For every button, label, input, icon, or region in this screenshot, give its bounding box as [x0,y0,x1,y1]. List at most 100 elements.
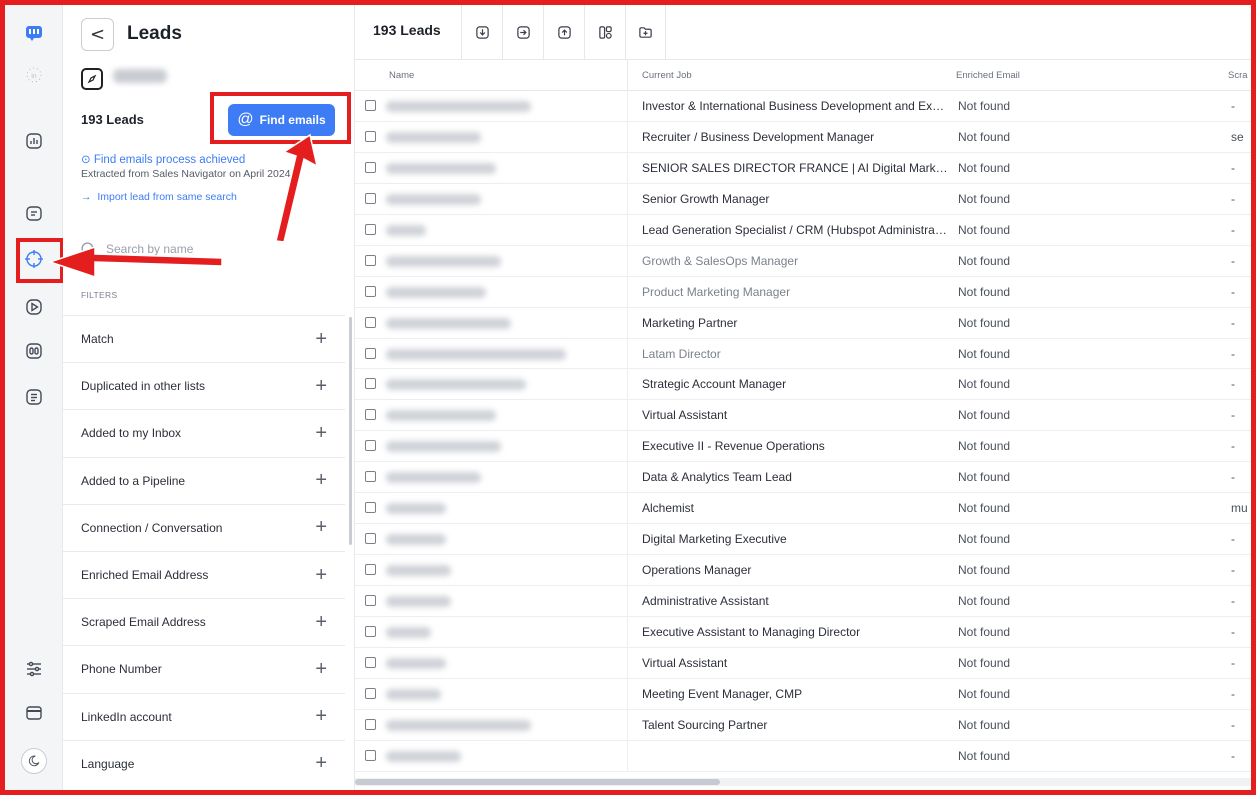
filter-row[interactable]: Match + [63,315,345,362]
lead-name[interactable] [386,657,446,669]
horizontal-scrollbar[interactable] [355,778,1251,786]
row-checkbox[interactable] [365,161,376,173]
filter-row[interactable]: Added to my Inbox + [63,409,345,456]
row-checkbox[interactable] [365,749,376,761]
plus-icon[interactable]: + [315,705,327,728]
table-row[interactable]: Latam Director Not found - [355,338,1251,370]
lead-name[interactable] [386,286,486,298]
copy-leads-icon[interactable] [584,5,625,60]
filter-row[interactable]: Language + [63,739,345,787]
linkedin-sync-icon[interactable]: in [24,65,44,85]
billing-card-icon[interactable] [24,703,44,723]
settings-sliders-icon[interactable] [24,659,44,679]
row-checkbox[interactable] [365,285,376,297]
table-row[interactable]: Marketing Partner Not found - [355,307,1251,339]
table-row[interactable]: Virtual Assistant Not found - [355,647,1251,679]
table-row[interactable]: Lead Generation Specialist / CRM (Hubspo… [355,214,1251,246]
horizontal-scroll-thumb[interactable] [355,779,720,785]
row-checkbox[interactable] [365,533,376,545]
table-row[interactable]: Growth & SalesOps Manager Not found - [355,245,1251,277]
row-checkbox[interactable] [365,378,376,390]
table-row[interactable]: Product Marketing Manager Not found - [355,276,1251,308]
row-checkbox[interactable] [365,409,376,421]
row-checkbox[interactable] [365,100,376,111]
find-emails-button[interactable]: @ Find emails [228,104,335,136]
column-header-scraped-email[interactable]: Scra [1228,70,1248,81]
table-row[interactable]: Virtual Assistant Not found - [355,400,1251,432]
back-button[interactable]: < [81,18,114,51]
panel-scrollbar[interactable] [349,317,352,545]
plus-icon[interactable]: + [315,564,327,587]
import-icon[interactable] [543,5,584,60]
row-checkbox[interactable] [365,192,376,204]
new-folder-icon[interactable] [625,5,666,60]
plus-icon[interactable]: + [315,469,327,492]
table-row[interactable]: Administrative Assistant Not found - [355,586,1251,617]
lead-name[interactable] [386,565,451,577]
row-checkbox[interactable] [365,347,376,359]
filter-row[interactable]: Connection / Conversation + [63,503,345,551]
table-row[interactable]: Talent Sourcing Partner Not found - [355,709,1251,741]
table-row[interactable]: Recruiter / Business Development Manager… [355,121,1251,153]
lead-name[interactable] [386,688,441,700]
notes-icon[interactable] [24,387,44,407]
row-checkbox[interactable] [365,656,376,668]
analytics-icon[interactable] [24,131,44,151]
table-row[interactable]: Alchemist Not found mu [355,493,1251,525]
column-header-name[interactable]: Name [389,70,414,81]
plus-icon[interactable]: + [315,752,327,775]
table-row[interactable]: Operations Manager Not found - [355,555,1251,587]
lead-name[interactable] [386,255,501,267]
move-to-list-icon[interactable] [502,5,543,60]
filter-row[interactable]: Phone Number + [63,645,345,692]
lead-name[interactable] [386,503,446,515]
lead-name[interactable] [386,162,496,174]
row-checkbox[interactable] [365,564,376,576]
table-row[interactable]: Meeting Event Manager, CMP Not found - [355,678,1251,710]
row-checkbox[interactable] [365,130,376,142]
lead-name[interactable] [386,596,451,607]
lead-name[interactable] [386,193,481,205]
lead-name[interactable] [386,441,501,453]
table-row[interactable]: Digital Marketing Executive Not found - [355,524,1251,556]
table-row[interactable]: Strategic Account Manager Not found - [355,369,1251,401]
plus-icon[interactable]: + [315,658,327,681]
lead-name[interactable] [386,348,566,360]
lead-name[interactable] [386,317,511,329]
filter-row[interactable]: Enriched Email Address + [63,550,345,598]
export-icon[interactable] [461,5,502,60]
column-header-current-job[interactable]: Current Job [642,70,692,81]
plus-icon[interactable]: + [315,516,327,539]
table-row[interactable]: Senior Growth Manager Not found - [355,183,1251,215]
filter-row[interactable]: Duplicated in other lists + [63,362,345,409]
row-checkbox[interactable] [365,471,376,483]
plus-icon[interactable]: + [315,328,327,351]
lead-name[interactable] [386,626,431,638]
filter-row[interactable]: LinkedIn account + [63,692,345,740]
row-checkbox[interactable] [365,440,376,452]
row-checkbox[interactable] [365,223,376,235]
row-checkbox[interactable] [365,502,376,514]
filter-row[interactable]: Scraped Email Address + [63,598,345,645]
table-row[interactable]: Not found - [355,740,1251,772]
dark-mode-icon[interactable] [21,748,47,774]
lead-name[interactable] [386,472,481,484]
column-header-enriched-email[interactable]: Enriched Email [956,70,1020,81]
lead-name[interactable] [386,379,526,391]
templates-icon[interactable] [24,341,44,361]
lead-name[interactable] [386,224,426,236]
lead-name[interactable] [386,719,531,731]
row-checkbox[interactable] [365,687,376,699]
lead-name[interactable] [386,410,496,422]
plus-icon[interactable]: + [315,422,327,445]
lead-name[interactable] [386,101,531,112]
filter-row[interactable]: Added to a Pipeline + [63,456,345,504]
row-checkbox[interactable] [365,595,376,606]
table-row[interactable]: Data & Analytics Team Lead Not found - [355,462,1251,494]
row-checkbox[interactable] [365,316,376,328]
row-checkbox[interactable] [365,718,376,730]
logo-icon[interactable] [24,23,44,43]
lead-name[interactable] [386,534,446,546]
plus-icon[interactable]: + [315,375,327,398]
campaign-play-icon[interactable] [24,297,44,317]
